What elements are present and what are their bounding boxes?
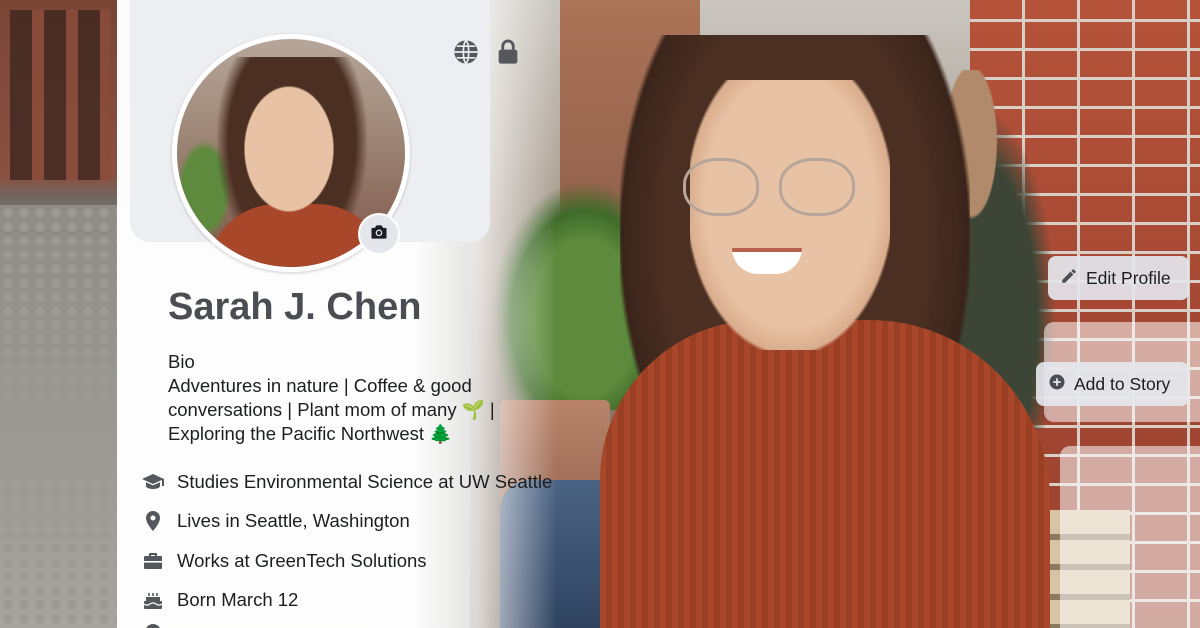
work-text: Works at GreenTech Solutions [177, 549, 427, 571]
edit-profile-label: Edit Profile [1086, 267, 1171, 288]
education-text: Studies Environmental Science at UW Seat… [177, 470, 553, 492]
intro-details: Studies Environmental Science at UW Seat… [141, 462, 601, 628]
location-text: Lives in Seattle, Washington [177, 510, 410, 532]
profile-name: Sarah J. Chen [168, 286, 422, 328]
briefcase-icon [141, 549, 165, 573]
work-row: Works at GreenTech Solutions [141, 541, 601, 581]
camera-icon [369, 222, 389, 247]
graduation-cap-icon [141, 470, 165, 494]
storefront [10, 10, 110, 180]
birthday-cake-icon [141, 588, 165, 612]
side-panel-lower [1060, 446, 1200, 628]
change-photo-button[interactable] [358, 213, 400, 255]
globe-icon[interactable] [452, 38, 480, 66]
edit-profile-button[interactable]: Edit Profile [1048, 256, 1189, 300]
bio-title: Bio [168, 351, 195, 372]
lock-icon[interactable] [494, 38, 522, 66]
subject-glasses [683, 158, 858, 220]
bio-text-line: Adventures in nature | Coffee & good [168, 375, 472, 396]
pencil-icon [1060, 267, 1078, 290]
add-to-story-button[interactable]: Add to Story [1036, 362, 1189, 406]
bio-section: Bio Adventures in nature | Coffee & good… [168, 350, 528, 446]
partial-icon [141, 620, 165, 628]
bio-text-line: conversations | Plant mom of many 🌱 | [168, 399, 495, 420]
birthday-row: Born March 12 [141, 581, 601, 621]
plus-circle-icon [1048, 373, 1066, 396]
next-detail-row [141, 620, 601, 628]
avatar-face [239, 79, 339, 219]
privacy-icons [452, 38, 522, 66]
bio-text-line: Exploring the Pacific Northwest 🌲 [168, 423, 453, 444]
subject-sweater [600, 320, 1050, 628]
birthday-text: Born March 12 [177, 589, 299, 611]
location-row: Lives in Seattle, Washington [141, 502, 601, 542]
education-row: Studies Environmental Science at UW Seat… [141, 462, 601, 502]
cobblestone-street [0, 205, 130, 628]
add-to-story-label: Add to Story [1074, 373, 1171, 394]
location-pin-icon [141, 509, 165, 533]
